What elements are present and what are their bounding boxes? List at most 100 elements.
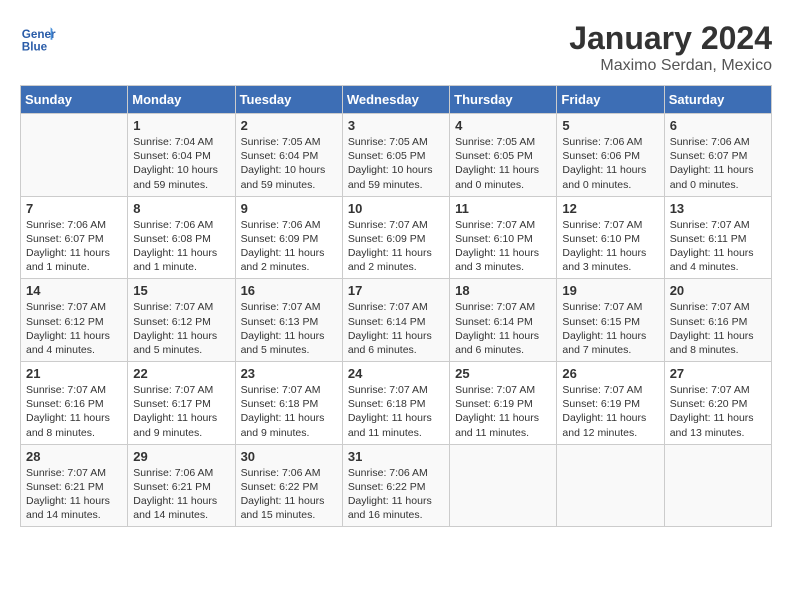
day-info: Sunrise: 7:07 AM Sunset: 6:16 PM Dayligh… bbox=[670, 300, 766, 357]
day-info: Sunrise: 7:07 AM Sunset: 6:12 PM Dayligh… bbox=[26, 300, 122, 357]
day-cell: 28 Sunrise: 7:07 AM Sunset: 6:21 PM Dayli… bbox=[21, 444, 128, 527]
day-cell: 4 Sunrise: 7:05 AM Sunset: 6:05 PM Daylig… bbox=[450, 114, 557, 197]
day-cell: 1Sunrise: 7:04 AM Sunset: 6:04 PM Daylig… bbox=[128, 114, 235, 197]
day-cell: 16Sunrise: 7:07 AM Sunset: 6:13 PM Dayli… bbox=[235, 279, 342, 362]
logo-icon: General Blue bbox=[20, 20, 56, 56]
day-cell: 11Sunrise: 7:07 AM Sunset: 6:10 PM Dayli… bbox=[450, 196, 557, 279]
day-cell: 2 Sunrise: 7:05 AM Sunset: 6:04 PM Daylig… bbox=[235, 114, 342, 197]
logo: General Blue bbox=[20, 20, 56, 56]
day-info: Sunrise: 7:07 AM Sunset: 6:14 PM Dayligh… bbox=[348, 300, 444, 357]
day-info: Sunrise: 7:05 AM Sunset: 6:05 PM Dayligh… bbox=[455, 135, 551, 192]
day-number: 22 bbox=[133, 366, 229, 381]
day-info: Sunrise: 7:07 AM Sunset: 6:12 PM Dayligh… bbox=[133, 300, 229, 357]
page-title: January 2024 bbox=[569, 20, 772, 57]
day-number: 29 bbox=[133, 449, 229, 464]
day-cell: 29 Sunrise: 7:06 AM Sunset: 6:21 PM Dayli… bbox=[128, 444, 235, 527]
day-info: Sunrise: 7:06 AM Sunset: 6:07 PM Dayligh… bbox=[670, 135, 766, 192]
column-header-thursday: Thursday bbox=[450, 86, 557, 114]
title-block: January 2024 Maximo Serdan, Mexico bbox=[569, 20, 772, 75]
day-info: Sunrise: 7:07 AM Sunset: 6:16 PM Dayligh… bbox=[26, 383, 122, 440]
day-cell: 14 Sunrise: 7:07 AM Sunset: 6:12 PM Dayli… bbox=[21, 279, 128, 362]
column-header-friday: Friday bbox=[557, 86, 664, 114]
day-cell: 18Sunrise: 7:07 AM Sunset: 6:14 PM Dayli… bbox=[450, 279, 557, 362]
column-header-tuesday: Tuesday bbox=[235, 86, 342, 114]
header-row: SundayMondayTuesdayWednesdayThursdayFrid… bbox=[21, 86, 772, 114]
day-info: Sunrise: 7:06 AM Sunset: 6:06 PM Dayligh… bbox=[562, 135, 658, 192]
day-number: 21 bbox=[26, 366, 122, 381]
day-cell: 20 Sunrise: 7:07 AM Sunset: 6:16 PM Dayli… bbox=[664, 279, 771, 362]
day-info: Sunrise: 7:07 AM Sunset: 6:09 PM Dayligh… bbox=[348, 218, 444, 275]
day-info: Sunrise: 7:06 AM Sunset: 6:09 PM Dayligh… bbox=[241, 218, 337, 275]
day-cell: 10 Sunrise: 7:07 AM Sunset: 6:09 PM Dayli… bbox=[342, 196, 449, 279]
column-header-wednesday: Wednesday bbox=[342, 86, 449, 114]
day-number: 3 bbox=[348, 118, 444, 133]
day-info: Sunrise: 7:07 AM Sunset: 6:19 PM Dayligh… bbox=[455, 383, 551, 440]
day-cell: 30Sunrise: 7:06 AM Sunset: 6:22 PM Dayli… bbox=[235, 444, 342, 527]
day-number: 10 bbox=[348, 201, 444, 216]
week-row-3: 14 Sunrise: 7:07 AM Sunset: 6:12 PM Dayli… bbox=[21, 279, 772, 362]
day-cell: 13Sunrise: 7:07 AM Sunset: 6:11 PM Dayli… bbox=[664, 196, 771, 279]
page-header: General Blue January 2024 Maximo Serdan,… bbox=[20, 20, 772, 75]
day-info: Sunrise: 7:06 AM Sunset: 6:08 PM Dayligh… bbox=[133, 218, 229, 275]
week-row-4: 21 Sunrise: 7:07 AM Sunset: 6:16 PM Dayli… bbox=[21, 362, 772, 445]
day-number: 8 bbox=[133, 201, 229, 216]
day-cell: 8 Sunrise: 7:06 AM Sunset: 6:08 PM Daylig… bbox=[128, 196, 235, 279]
day-number: 27 bbox=[670, 366, 766, 381]
day-info: Sunrise: 7:07 AM Sunset: 6:18 PM Dayligh… bbox=[348, 383, 444, 440]
calendar-body: 1Sunrise: 7:04 AM Sunset: 6:04 PM Daylig… bbox=[21, 114, 772, 527]
day-cell bbox=[664, 444, 771, 527]
week-row-5: 28 Sunrise: 7:07 AM Sunset: 6:21 PM Dayli… bbox=[21, 444, 772, 527]
day-cell: 26 Sunrise: 7:07 AM Sunset: 6:19 PM Dayli… bbox=[557, 362, 664, 445]
day-cell: 19Sunrise: 7:07 AM Sunset: 6:15 PM Dayli… bbox=[557, 279, 664, 362]
day-info: Sunrise: 7:06 AM Sunset: 6:22 PM Dayligh… bbox=[348, 466, 444, 523]
day-number: 23 bbox=[241, 366, 337, 381]
day-number: 18 bbox=[455, 283, 551, 298]
day-number: 12 bbox=[562, 201, 658, 216]
day-number: 11 bbox=[455, 201, 551, 216]
day-number: 15 bbox=[133, 283, 229, 298]
day-info: Sunrise: 7:06 AM Sunset: 6:07 PM Dayligh… bbox=[26, 218, 122, 275]
day-number: 1 bbox=[133, 118, 229, 133]
day-info: Sunrise: 7:07 AM Sunset: 6:19 PM Dayligh… bbox=[562, 383, 658, 440]
week-row-2: 7 Sunrise: 7:06 AM Sunset: 6:07 PM Daylig… bbox=[21, 196, 772, 279]
day-number: 13 bbox=[670, 201, 766, 216]
day-number: 14 bbox=[26, 283, 122, 298]
day-cell: 5Sunrise: 7:06 AM Sunset: 6:06 PM Daylig… bbox=[557, 114, 664, 197]
day-info: Sunrise: 7:05 AM Sunset: 6:04 PM Dayligh… bbox=[241, 135, 337, 192]
day-number: 17 bbox=[348, 283, 444, 298]
day-cell: 31 Sunrise: 7:06 AM Sunset: 6:22 PM Dayli… bbox=[342, 444, 449, 527]
week-row-1: 1Sunrise: 7:04 AM Sunset: 6:04 PM Daylig… bbox=[21, 114, 772, 197]
column-header-saturday: Saturday bbox=[664, 86, 771, 114]
day-cell: 27Sunrise: 7:07 AM Sunset: 6:20 PM Dayli… bbox=[664, 362, 771, 445]
day-cell: 3Sunrise: 7:05 AM Sunset: 6:05 PM Daylig… bbox=[342, 114, 449, 197]
day-number: 20 bbox=[670, 283, 766, 298]
svg-text:Blue: Blue bbox=[22, 41, 48, 54]
day-number: 25 bbox=[455, 366, 551, 381]
day-number: 28 bbox=[26, 449, 122, 464]
day-cell: 15 Sunrise: 7:07 AM Sunset: 6:12 PM Dayli… bbox=[128, 279, 235, 362]
page-subtitle: Maximo Serdan, Mexico bbox=[569, 57, 772, 75]
day-info: Sunrise: 7:06 AM Sunset: 6:22 PM Dayligh… bbox=[241, 466, 337, 523]
day-number: 2 bbox=[241, 118, 337, 133]
day-info: Sunrise: 7:06 AM Sunset: 6:21 PM Dayligh… bbox=[133, 466, 229, 523]
day-cell: 22 Sunrise: 7:07 AM Sunset: 6:17 PM Dayli… bbox=[128, 362, 235, 445]
day-cell bbox=[21, 114, 128, 197]
day-info: Sunrise: 7:07 AM Sunset: 6:21 PM Dayligh… bbox=[26, 466, 122, 523]
day-info: Sunrise: 7:07 AM Sunset: 6:15 PM Dayligh… bbox=[562, 300, 658, 357]
day-cell: 6 Sunrise: 7:06 AM Sunset: 6:07 PM Daylig… bbox=[664, 114, 771, 197]
day-number: 31 bbox=[348, 449, 444, 464]
day-number: 7 bbox=[26, 201, 122, 216]
day-info: Sunrise: 7:07 AM Sunset: 6:18 PM Dayligh… bbox=[241, 383, 337, 440]
day-number: 6 bbox=[670, 118, 766, 133]
day-cell: 21 Sunrise: 7:07 AM Sunset: 6:16 PM Dayli… bbox=[21, 362, 128, 445]
day-cell: 7 Sunrise: 7:06 AM Sunset: 6:07 PM Daylig… bbox=[21, 196, 128, 279]
day-number: 4 bbox=[455, 118, 551, 133]
day-info: Sunrise: 7:07 AM Sunset: 6:10 PM Dayligh… bbox=[562, 218, 658, 275]
calendar-header: SundayMondayTuesdayWednesdayThursdayFrid… bbox=[21, 86, 772, 114]
day-number: 16 bbox=[241, 283, 337, 298]
column-header-sunday: Sunday bbox=[21, 86, 128, 114]
day-number: 24 bbox=[348, 366, 444, 381]
day-number: 26 bbox=[562, 366, 658, 381]
day-info: Sunrise: 7:07 AM Sunset: 6:17 PM Dayligh… bbox=[133, 383, 229, 440]
calendar-table: SundayMondayTuesdayWednesdayThursdayFrid… bbox=[20, 85, 772, 527]
